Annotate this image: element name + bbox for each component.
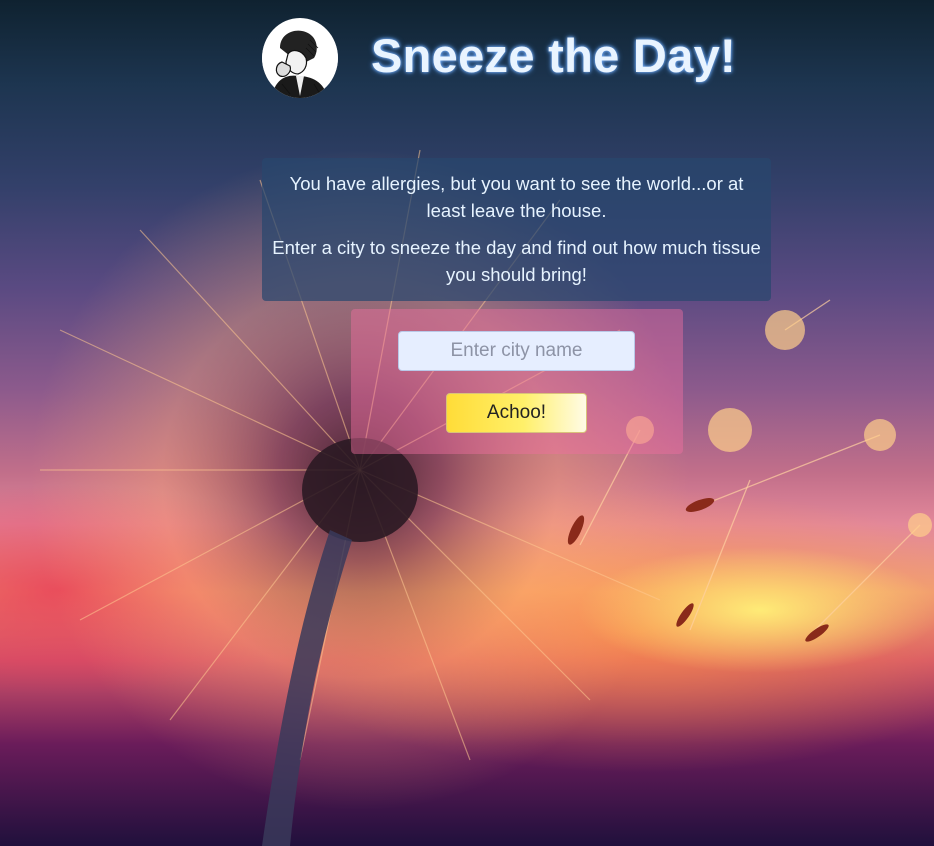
intro-text: You have allergies, but you want to see … xyxy=(289,173,744,221)
intro-panel: You have allergies, but you want to see … xyxy=(262,158,771,301)
city-search-input[interactable] xyxy=(398,331,635,371)
instructions-text: Enter a city to sneeze the day and find … xyxy=(272,237,761,285)
sneezing-man-icon xyxy=(262,18,338,98)
header: Sneeze the Day! xyxy=(262,15,762,105)
page-title: Sneeze the Day! xyxy=(371,29,736,82)
search-form: Achoo! xyxy=(351,309,683,454)
achoo-submit-button[interactable]: Achoo! xyxy=(446,393,587,433)
